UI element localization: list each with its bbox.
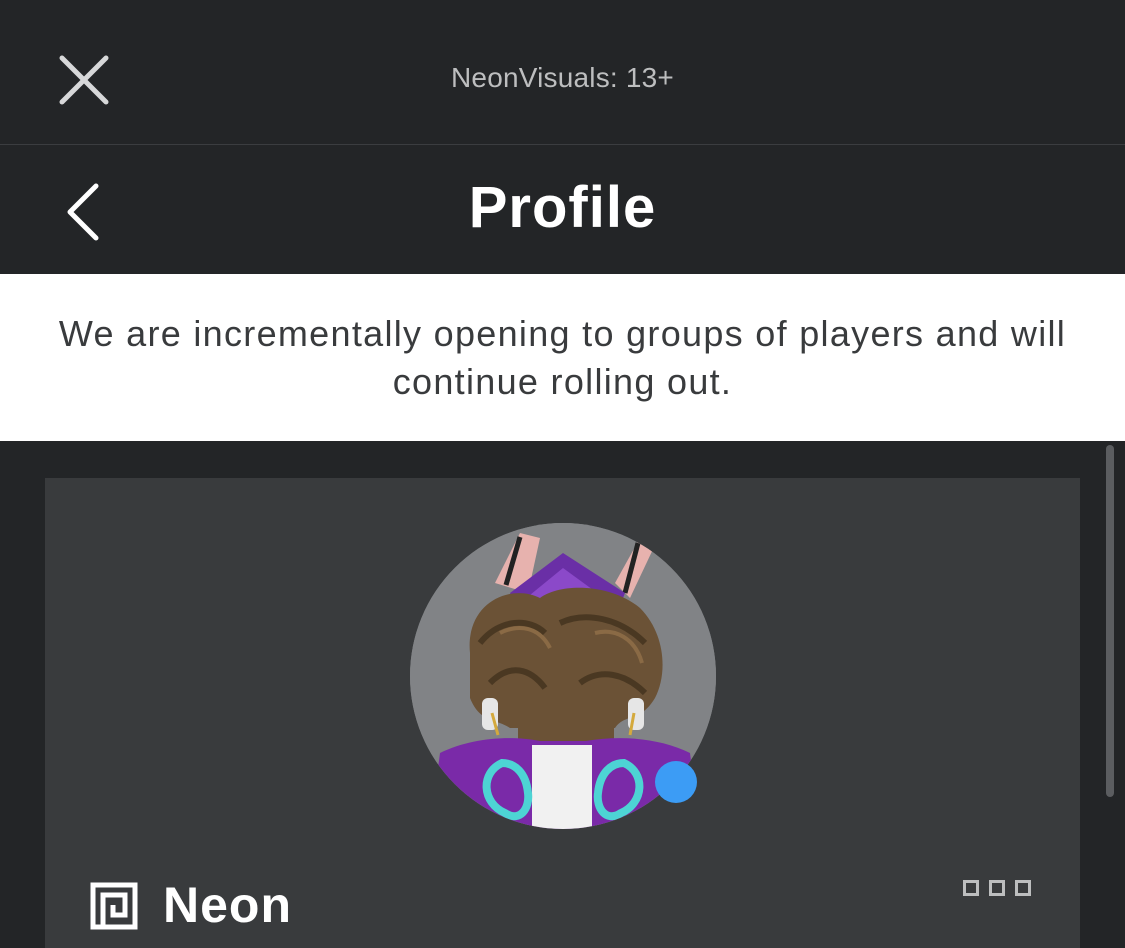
profile-card: Neon (45, 478, 1080, 948)
notice-text: We are incrementally opening to groups o… (58, 313, 1067, 402)
more-options-icon (1015, 880, 1031, 896)
username: Neon (163, 877, 292, 933)
profile-content: Neon (0, 441, 1125, 948)
more-options-icon (989, 880, 1005, 896)
page-title: Profile (468, 175, 657, 240)
avatar-container[interactable] (410, 523, 716, 829)
notice-banner: We are incrementally opening to groups o… (0, 274, 1125, 441)
scrollbar[interactable] (1106, 445, 1114, 797)
online-status-indicator (655, 761, 697, 803)
navigation-bar: Profile (0, 146, 1125, 274)
more-options-button[interactable] (963, 880, 1043, 910)
premium-icon (89, 881, 139, 931)
window-title: NeonVisuals: 13+ (451, 62, 674, 93)
window-header: NeonVisuals: 13+ (0, 0, 1125, 145)
more-options-icon (963, 880, 979, 896)
